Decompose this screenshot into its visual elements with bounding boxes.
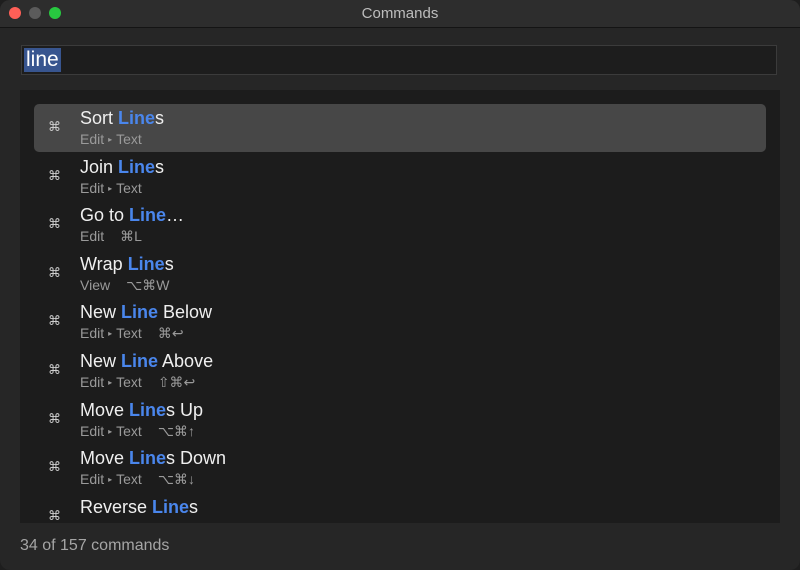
command-icon: ⌘ <box>48 313 61 329</box>
submenu-arrow-icon: ▸ <box>108 183 113 193</box>
command-list-item[interactable]: ⌘ New Line Below Edit ▸ Text ⌘↩ <box>34 298 766 346</box>
command-title: Reverse Lines <box>80 497 198 518</box>
command-icon: ⌘ <box>48 362 61 377</box>
command-title-prefix: Join <box>80 156 119 177</box>
command-menu-subgroup: Text <box>116 471 142 488</box>
command-title-match: Line <box>118 156 156 177</box>
command-title: Go to Line… <box>80 205 184 226</box>
command-title: Move Lines Down <box>80 448 226 469</box>
command-list-item[interactable]: ⌘ Move Lines Down Edit ▸ Text ⌥⌘↓ <box>34 444 766 492</box>
command-title-match: Line <box>152 496 190 517</box>
command-title-suffix: s <box>164 253 174 274</box>
command-title: Sort Lines <box>80 108 164 129</box>
command-title-prefix: Go to <box>80 205 130 226</box>
keyboard-shortcut: ⌥⌘↓ <box>157 471 195 488</box>
command-menu-subgroup: Text <box>116 374 142 390</box>
command-list-item[interactable]: ⌘ Sort Lines Edit ▸ Text <box>34 104 766 152</box>
title-bar: Commands <box>0 0 800 28</box>
command-path: Edit ▸ Text ⌥⌘↑ <box>80 423 195 440</box>
command-list-item[interactable]: ⌘ New Line Above Edit ▸ Text ⇧⌘↩ <box>34 347 766 395</box>
command-title-prefix: Sort <box>80 108 119 128</box>
command-menu-subgroup: Text <box>116 179 142 196</box>
command-title-prefix: New <box>80 351 122 371</box>
command-list[interactable]: ⌘ Sort Lines Edit ▸ Text ⌘ Join Lines Edit ▸ Text… <box>20 90 780 523</box>
submenu-arrow-icon: ▸ <box>108 426 113 436</box>
command-list-item[interactable]: ⌘ Wrap Lines View ⌥⌘W <box>34 250 766 298</box>
command-title: Move Lines Up <box>80 400 203 421</box>
command-icon: ⌘ <box>48 167 61 183</box>
command-menu-group: Edit <box>80 471 105 488</box>
command-menu-group: Edit <box>80 520 104 523</box>
command-title-suffix: s <box>189 496 199 517</box>
command-menu-subgroup: Text <box>116 325 142 342</box>
command-title-prefix: Move <box>80 448 130 469</box>
submenu-arrow-icon: ▸ <box>108 135 113 144</box>
command-path: Edit ⌘L <box>80 228 142 245</box>
command-icon: ⌘ <box>48 410 61 426</box>
command-title-prefix: New <box>80 302 122 323</box>
command-menu-group: View <box>80 276 111 293</box>
command-menu-subgroup: Text <box>116 422 142 439</box>
command-path: Edit▸Text <box>80 131 142 147</box>
command-path: Edit▸Text <box>80 520 142 523</box>
command-icon: ⌘ <box>48 507 61 523</box>
keyboard-shortcut: ⌘L <box>120 228 142 245</box>
command-list-item[interactable]: ⌘ Move Lines Up Edit ▸ Text ⌥⌘↑ <box>34 396 766 444</box>
command-title-suffix: … <box>166 205 185 226</box>
command-title: Join Lines <box>80 157 164 178</box>
command-title: New Line Below <box>80 302 212 323</box>
command-path: Edit ▸ Text ⌘↩ <box>80 325 184 342</box>
command-title-match: Line <box>118 108 156 128</box>
command-title-match: Line <box>121 351 159 371</box>
command-search-field[interactable]: line <box>21 45 777 75</box>
command-title-match: Line <box>129 399 167 420</box>
command-title-match: Line <box>127 253 165 274</box>
window-title: Commands <box>361 5 439 22</box>
submenu-arrow-icon: ▸ <box>108 475 113 485</box>
command-icon: ⌘ <box>48 264 61 280</box>
command-path: Edit ▸ Text ⇧⌘↩ <box>80 374 195 391</box>
command-title-suffix: s Down <box>166 448 227 469</box>
command-title-suffix: s <box>155 108 165 128</box>
command-icon: ⌘ <box>48 459 61 475</box>
command-title: New Line Above <box>80 351 213 372</box>
command-title-match: Line <box>129 448 167 469</box>
command-title-match: Line <box>129 205 167 226</box>
command-count-status: 34 of 157 commands <box>20 537 170 554</box>
command-title: Wrap Lines <box>80 254 174 275</box>
keyboard-shortcut: ⇧⌘↩ <box>157 374 196 390</box>
keyboard-shortcut: ⌘↩ <box>157 325 184 342</box>
command-title-suffix: s Up <box>166 399 204 420</box>
command-menu-group: Edit <box>80 325 105 342</box>
command-menu-group: Edit <box>80 179 105 196</box>
keyboard-shortcut: ⌥⌘↑ <box>157 422 195 439</box>
command-path: View ⌥⌘W <box>80 277 169 294</box>
command-title-suffix: s <box>155 156 165 177</box>
command-list-item[interactable]: ⌘ Join Lines Edit ▸ Text <box>34 153 766 201</box>
command-menu-group: Edit <box>80 374 105 390</box>
command-path: Edit▸Text <box>80 180 142 196</box>
command-icon: ⌘ <box>48 216 61 232</box>
command-title-match: Line <box>121 302 159 323</box>
command-title-prefix: Reverse <box>80 496 153 517</box>
command-list-item[interactable]: ⌘ Reverse Lines Edit▸Text <box>34 493 766 523</box>
command-title-suffix: Above <box>158 351 214 371</box>
command-icon: ⌘ <box>48 119 61 134</box>
commands-window: Commands line ⌘ Sort Lines Edit ▸ Text ⌘ Join … <box>0 0 800 570</box>
command-title-prefix: Wrap <box>80 253 128 274</box>
submenu-arrow-icon: ▸ <box>108 378 113 387</box>
command-menu-subgroup: Text <box>116 131 142 147</box>
command-menu-group: Edit <box>80 422 105 439</box>
keyboard-shortcut: ⌥⌘W <box>126 276 170 293</box>
command-path: Edit ▸ Text ⌥⌘↓ <box>80 471 195 488</box>
command-menu-group: Edit <box>80 228 105 245</box>
command-search-input[interactable]: line <box>24 48 61 72</box>
command-menu-group: Edit <box>80 131 105 147</box>
command-title-prefix: Move <box>80 399 130 420</box>
command-list-item[interactable]: ⌘ Go to Line… Edit ⌘L <box>34 201 766 249</box>
command-title-suffix: Below <box>158 302 213 323</box>
submenu-arrow-icon: ▸ <box>108 329 113 339</box>
command-menu-subgroup: Text <box>116 520 142 523</box>
